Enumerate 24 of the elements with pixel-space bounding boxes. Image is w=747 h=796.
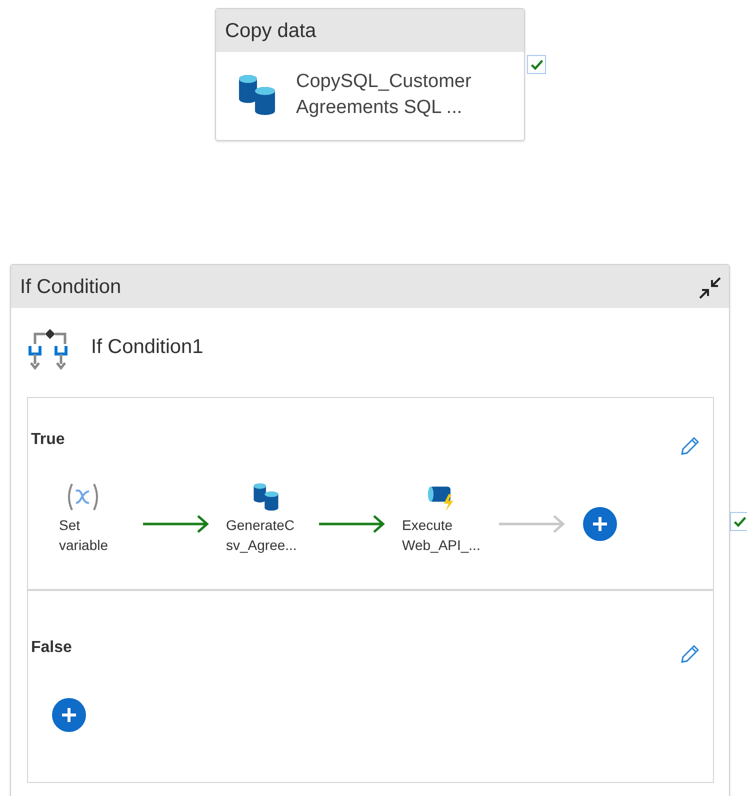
activity-name: If Condition1 [91,336,204,359]
activity-node[interactable]: GenerateC sv_Agree... [226,482,316,555]
edit-icon[interactable] [679,643,701,665]
activity-node[interactable]: Set variable [59,482,149,555]
connector-arrow [318,514,386,534]
database-icon [237,73,277,117]
activity-name: Execute Web_API_... [402,516,482,555]
if-condition-container[interactable]: If Condition If Condition1 True Set variable GenerateC sv_Agree... Execute Web_API_... False [10,264,730,796]
copy-activity-card[interactable]: Copy data CopySQL_Customer Agreements SQL ... [215,8,525,141]
add-activity-button[interactable] [583,507,617,541]
connector-arrow [498,514,566,534]
activity-name: CopySQL_Customer Agreements SQL ... [296,70,472,120]
branch-label: True [31,431,65,449]
variable-icon [65,482,101,512]
branch-label: False [31,639,72,657]
activity-type-label: Copy data [216,9,524,52]
add-activity-button[interactable] [52,698,86,732]
collapse-icon[interactable] [697,275,723,301]
activity-type-label: If Condition [11,265,729,308]
activity-name: Set variable [59,516,110,555]
connector-arrow [142,514,210,534]
activity-name: GenerateC sv_Agree... [226,516,298,555]
activity-node[interactable]: Execute Web_API_... [402,482,492,555]
edit-icon[interactable] [679,435,701,457]
